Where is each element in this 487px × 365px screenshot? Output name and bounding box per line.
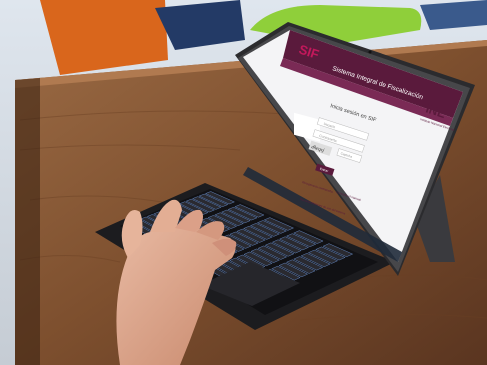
table-shadow — [15, 78, 40, 365]
photo-svg: SIF Sistema Integral de Fiscalización IN… — [0, 0, 487, 365]
camera-icon — [368, 50, 372, 54]
photo-scene: SIF Sistema Integral de Fiscalización IN… — [0, 0, 487, 365]
far-chair — [420, 0, 487, 30]
